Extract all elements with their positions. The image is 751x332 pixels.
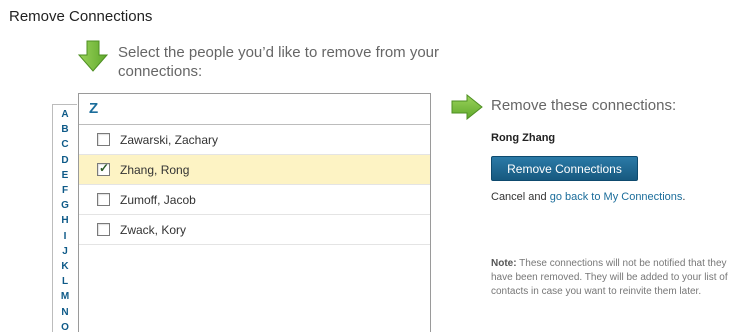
remove-heading: Remove these connections:	[491, 97, 677, 114]
green-right-arrow-icon	[451, 94, 483, 120]
note-text: These connections will not be notified t…	[491, 258, 728, 297]
connection-name: Zawarski, Zachary	[120, 132, 219, 147]
alphabet-letter-d[interactable]: D	[53, 153, 77, 168]
connection-name: Zumoff, Jacob	[120, 192, 196, 207]
connection-row[interactable]: Zwack, Kory	[79, 215, 430, 245]
list-letter-header: Z	[79, 94, 430, 125]
note-label: Note:	[491, 258, 517, 269]
alphabet-letter-o[interactable]: O	[53, 320, 77, 332]
remove-connections-button[interactable]: Remove Connections	[491, 156, 638, 181]
alphabet-letter-h[interactable]: H	[53, 213, 77, 228]
page-title: Remove Connections	[9, 8, 153, 25]
connection-name: Zhang, Rong	[120, 162, 190, 177]
cancel-line: Cancel and go back to My Connections.	[491, 191, 685, 203]
back-to-connections-link[interactable]: go back to My Connections	[550, 191, 683, 203]
alphabet-letter-a[interactable]: A	[53, 107, 77, 122]
alphabet-letter-f[interactable]: F	[53, 183, 77, 198]
alphabet-letter-i[interactable]: I	[53, 229, 77, 244]
connection-checkbox[interactable]	[97, 223, 110, 236]
alphabet-index: ABCDEFGHIJKLMNO	[52, 104, 77, 332]
note: Note: These connections will not be noti…	[491, 257, 731, 299]
connection-row[interactable]: Zawarski, Zachary	[79, 125, 430, 155]
alphabet-letter-e[interactable]: E	[53, 168, 77, 183]
connection-row[interactable]: Zumoff, Jacob	[79, 185, 430, 215]
connections-list: Z Zawarski, Zachary ✓ Zhang, Rong Zumoff, J…	[78, 93, 431, 332]
alphabet-letter-k[interactable]: K	[53, 259, 77, 274]
checkmark-icon: ✓	[99, 161, 110, 175]
alphabet-letter-c[interactable]: C	[53, 137, 77, 152]
selected-connection-name: Rong Zhang	[491, 132, 556, 144]
connection-checkbox[interactable]: ✓	[97, 161, 110, 176]
connection-checkbox[interactable]	[97, 193, 110, 206]
alphabet-letter-j[interactable]: J	[53, 244, 77, 259]
alphabet-letter-l[interactable]: L	[53, 274, 77, 289]
alphabet-letter-n[interactable]: N	[53, 305, 77, 320]
green-down-arrow-icon	[78, 40, 108, 72]
connection-name: Zwack, Kory	[120, 222, 187, 237]
connection-row[interactable]: ✓ Zhang, Rong	[79, 155, 430, 185]
connection-rows: Zawarski, Zachary ✓ Zhang, Rong Zumoff, Jac…	[79, 125, 430, 245]
instruction-text: Select the people you’d like to remove f…	[118, 44, 439, 80]
cancel-text: Cancel and	[491, 191, 547, 203]
alphabet-letter-m[interactable]: M	[53, 289, 77, 304]
connection-checkbox[interactable]	[97, 133, 110, 146]
cancel-suffix: .	[682, 191, 686, 203]
alphabet-letter-b[interactable]: B	[53, 122, 77, 137]
alphabet-letter-g[interactable]: G	[53, 198, 77, 213]
